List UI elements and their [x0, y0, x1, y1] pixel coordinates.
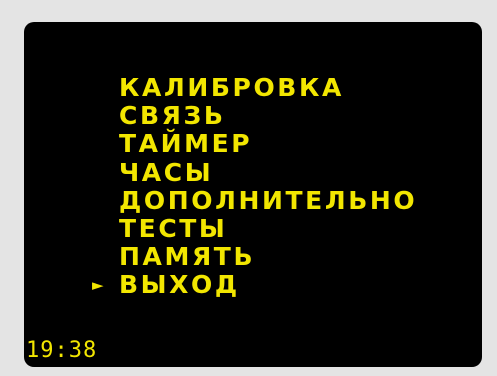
menu-item-label: ДОПОЛНИТЕЛЬНО [119, 185, 418, 215]
selection-arrow-icon: ► [92, 276, 107, 295]
menu-item-label: СВЯЗЬ [119, 101, 226, 131]
menu-item-label: КАЛИБРОВКА [119, 73, 344, 102]
menu-item-tests[interactable]: ► ТЕСТЫ [119, 213, 417, 243]
menu-item-label: ТЕСТЫ [119, 213, 228, 243]
device-bezel: ► КАЛИБРОВКА ► СВЯЗЬ ► ТАЙМЕР ► ЧАСЫ ► Д… [0, 0, 497, 376]
menu-item-label: ПАМЯТЬ [119, 242, 256, 272]
main-menu: ► КАЛИБРОВКА ► СВЯЗЬ ► ТАЙМЕР ► ЧАСЫ ► Д… [92, 74, 418, 300]
menu-item-connection[interactable]: ► СВЯЗЬ [119, 102, 417, 130]
menu-item-label: ТАЙМЕР [119, 129, 253, 159]
menu-item-timer[interactable]: ► ТАЙМЕР [119, 130, 417, 158]
menu-item-additional[interactable]: ► ДОПОЛНИТЕЛЬНО [119, 185, 418, 215]
menu-item-clock[interactable]: ► ЧАСЫ [119, 157, 417, 187]
menu-item-calibration[interactable]: ► КАЛИБРОВКА [119, 74, 417, 102]
menu-item-label: ВЫХОД [119, 270, 240, 300]
display-screen: ► КАЛИБРОВКА ► СВЯЗЬ ► ТАЙМЕР ► ЧАСЫ ► Д… [24, 22, 482, 367]
menu-item-label: ЧАСЫ [119, 157, 214, 187]
menu-item-memory[interactable]: ► ПАМЯТЬ [119, 243, 417, 271]
menu-item-exit[interactable]: ► ВЫХОД [92, 270, 417, 300]
clock-display: 19:38 [26, 338, 98, 363]
